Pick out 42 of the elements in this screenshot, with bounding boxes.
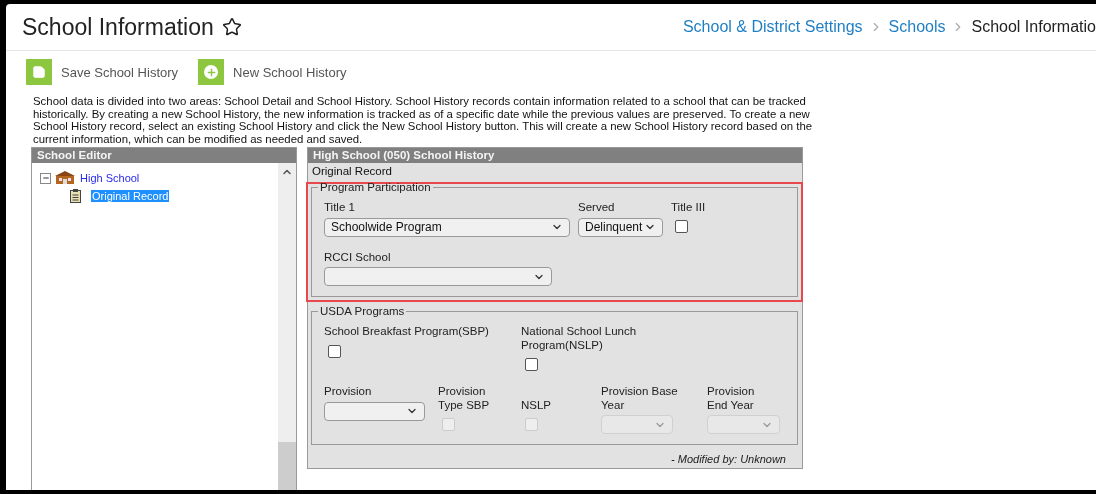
breadcrumb-link[interactable]: Schools (888, 18, 946, 36)
description-text: School data is divided into two areas: School Detail and School History. School History records contain information related to a school that can be tracked historically. By creating a new School History, the new information is tracked as of a specific date while the previous values are preserved. To create a new School History record, select an existing School History and click the New School History button. This will create a new School History record based on the current information, which can be modified as needed and saved. (33, 95, 814, 146)
field-label: National School Lunch Program(NSLP) (521, 325, 638, 353)
add-icon (198, 59, 225, 85)
scrollbar-thumb[interactable] (278, 442, 296, 490)
dropdown-value: Schoolwide Program (331, 220, 442, 235)
field-label: Title 1 (324, 201, 355, 215)
field-label: Provision Base Year (601, 385, 679, 413)
dropdown-value: Delinquent (585, 220, 643, 235)
page-title: School Information (22, 13, 214, 41)
field-label: Provision Type SBP (438, 385, 491, 413)
new-button[interactable]: New School History (198, 59, 347, 85)
fieldset-legend: Program Participation (318, 181, 433, 194)
breadcrumb-current: School Informatio (971, 18, 1096, 36)
panel-title: High School (050) School History (308, 148, 802, 164)
tree-item[interactable]: High School (79, 172, 141, 185)
fieldset-legend: USDA Programs (318, 305, 407, 318)
dropdown[interactable] (324, 401, 425, 421)
save-icon (26, 59, 52, 85)
field-label: Provision End Year (707, 385, 756, 413)
field-label: NSLP (521, 397, 553, 413)
checkbox[interactable] (525, 358, 538, 372)
panel-title: School Editor (32, 148, 296, 164)
save-button[interactable]: Save School History (26, 59, 179, 85)
clipboard-icon (70, 189, 81, 204)
field-label: Served (578, 201, 615, 215)
dropdown[interactable]: Schoolwide Program (324, 217, 570, 237)
field-label: Provision (324, 385, 372, 399)
field-label: Title III (671, 201, 706, 215)
dropdown[interactable] (324, 267, 552, 287)
school-building-icon (55, 171, 75, 186)
breadcrumb-link[interactable]: School & District Settings (682, 18, 863, 36)
checkbox[interactable] (328, 344, 341, 358)
favorite-star-icon[interactable] (221, 17, 242, 37)
dropdown[interactable]: Delinquent (578, 217, 663, 237)
collapse-toggle-icon[interactable] (40, 172, 51, 184)
record-name: Original Record (311, 164, 393, 180)
checkbox[interactable] (675, 219, 688, 233)
scrollbar[interactable] (278, 163, 296, 490)
field-label: RCCI School (324, 250, 391, 265)
modified-by-text: - Modified by: Unknown (670, 453, 787, 468)
field-label: School Breakfast Program(SBP) (324, 325, 489, 339)
